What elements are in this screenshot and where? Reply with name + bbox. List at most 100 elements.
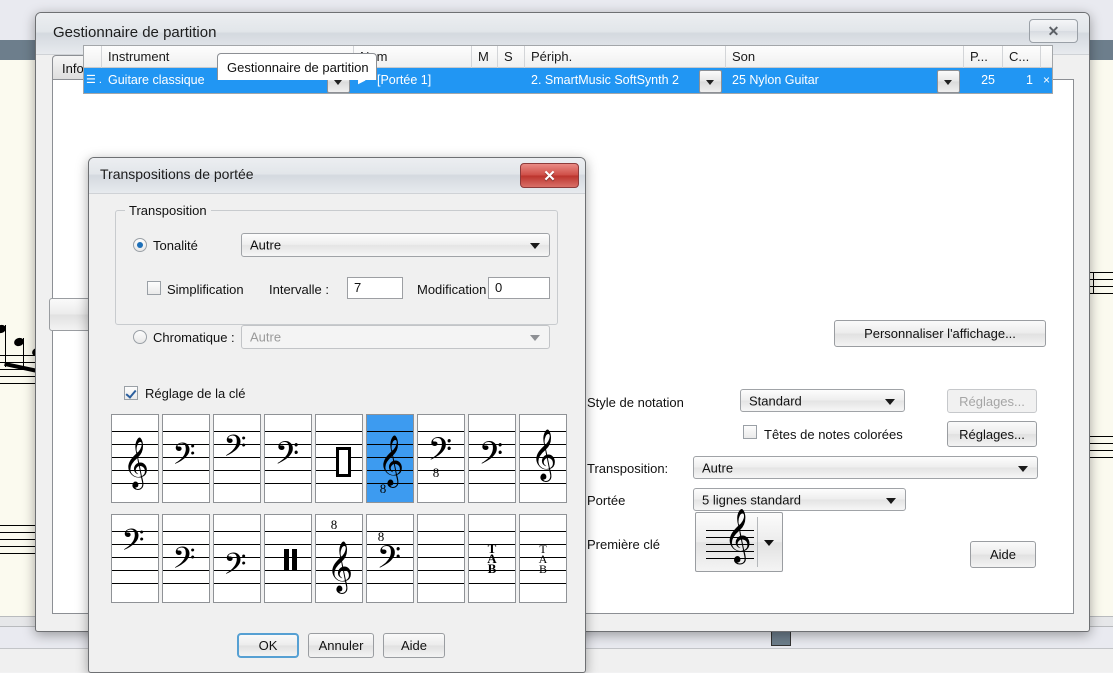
tonality-value: Autre [250,238,281,253]
tonality-radio[interactable] [133,238,147,252]
notation-settings-button: Réglages... [947,389,1037,413]
clef-cell-percussion-clef-bars[interactable] [264,514,312,603]
alto-clef-icon: 𝄢 [162,415,207,502]
cancel-button[interactable]: Annuler [308,633,374,658]
colored-noteheads-label: Têtes de notes colorées [764,427,903,442]
tonality-combo[interactable]: Autre [241,233,550,257]
chromatic-radio-label: Chromatique : [153,330,235,345]
clef-cell-bass-clef-8va[interactable]: 𝄢8 [366,514,414,603]
first-clef-picker[interactable]: 𝄞 [695,512,783,572]
chromatic-value: Autre [250,330,281,345]
clef-cell-tenor-clef[interactable]: 𝄢 [162,514,210,603]
chromatic-radio[interactable] [133,330,147,344]
treble-clef-icon: 𝄞 [113,419,159,503]
help-button[interactable]: Aide [383,633,445,658]
interval-label: Intervalle : [269,282,329,297]
table-col-p[interactable]: P... [964,46,1003,68]
window-title: Gestionnaire de partition [53,24,216,41]
window-close-button[interactable]: ✕ [1029,19,1078,43]
notation-style-value: Standard [749,393,802,408]
cell-p[interactable]: 25 [964,68,1003,93]
clef-cell-tenor-clef-high[interactable]: 𝄢 [111,514,159,603]
clef-cell-blank-staff[interactable] [417,514,465,603]
tab-score-manager[interactable]: Gestionnaire de partition [217,53,377,80]
table-col-c[interactable]: C... [1003,46,1041,68]
tab-clef-bold-icon: TAB [469,515,515,602]
chevron-down-icon [885,399,895,405]
first-clef-label: Première clé [587,537,660,552]
transposition-combo[interactable]: Autre [693,456,1038,479]
clef-cell-treble-clef[interactable]: 𝄞 [111,414,159,503]
clef-cell-alto-clef-raised[interactable]: 𝄢 [213,414,261,503]
clef-cell-tab-clef-bold[interactable]: TAB [468,514,516,603]
staff-value: 5 lignes standard [702,492,801,507]
row-handle-icon[interactable]: ☰ . [84,68,102,93]
cell-son[interactable]: 25 Nylon Guitar [726,68,964,93]
octave-indicator: 8 [369,529,393,545]
staff-transposition-dialog: Transpositions de portée ✕ Transposition… [88,157,586,673]
dialog-title: Transpositions de portée [100,166,254,182]
dialog-close-button[interactable]: ✕ [520,163,579,188]
chevron-down-icon [530,335,540,341]
notation-style-combo[interactable]: Standard [740,389,905,412]
table-col-son[interactable]: Son [726,46,964,68]
notation-style-label: Style de notation [587,395,684,410]
clef-cell-treble-clef-8va[interactable]: 𝄞8 [315,514,363,603]
percussion-clef-bar-icon [292,549,297,571]
clef-cell-tab-clef-serif[interactable]: TAB [519,514,567,603]
staff-label: Portée [587,493,625,508]
clef-cell-baritone-clef[interactable]: 𝄢 [213,514,261,603]
row-remove-icon[interactable]: × [1041,68,1052,93]
clef-cell-bass-clef-alt[interactable]: 𝄢 [468,414,516,503]
table-col-s[interactable]: S [498,46,525,68]
transposition-group: Transposition [115,210,558,325]
table-col-handle [84,46,102,68]
cell-periph[interactable]: 2. SmartMusic SoftSynth 2 [525,68,726,93]
cell-nom[interactable]: [Portée 1] [371,68,525,93]
tonality-radio-label: Tonalité [153,238,198,253]
alto-clef-raised-icon: 𝄢 [213,414,258,494]
chevron-down-icon [886,498,896,504]
bass-clef-8vb-icon: 𝄢 [417,414,463,496]
colored-noteheads-settings-button[interactable]: Réglages... [947,421,1037,447]
octave-indicator: 8 [424,465,448,481]
transposition-value: Autre [702,460,733,475]
chevron-down-icon [764,540,774,546]
modification-label: Modification : [417,282,494,297]
treble-clef-icon: 𝄞 [724,512,752,559]
clef-setting-label: Réglage de la clé [145,386,245,401]
table-col-m[interactable]: M [472,46,498,68]
clef-cell-percussion-clef[interactable] [315,414,363,503]
customize-display-button[interactable]: Personnaliser l'affichage... [834,320,1046,347]
son-dropdown-button[interactable] [937,70,960,93]
octave-indicator: 8 [322,517,346,533]
periph-dropdown-button[interactable] [699,70,722,93]
bass-clef-icon: 𝄢 [264,414,310,500]
clef-setting-checkbox[interactable] [124,386,138,400]
table-col-periph[interactable]: Périph. [525,46,726,68]
table-col-extra [1041,46,1052,68]
cell-c[interactable]: 1 [1003,68,1041,93]
colored-noteheads-checkbox[interactable] [743,425,757,439]
clef-cell-bass-clef[interactable]: 𝄢𝄢 [264,414,312,503]
clef-cell-bass-clef-8vb[interactable]: 𝄢8 [417,414,465,503]
bass-clef-alt-icon: 𝄢 [468,414,514,500]
clef-cell-treble-clef-raised[interactable]: 𝄞 [519,414,567,503]
modification-input[interactable]: 0 [488,277,550,299]
help-button[interactable]: Aide [970,541,1036,568]
clef-cell-treble-clef-8vb[interactable]: 𝄞8 [366,414,414,503]
treble-clef-8va-icon: 𝄞 [317,523,363,603]
transposition-label: Transposition: [587,461,668,476]
chromatic-combo: Autre [241,325,550,349]
interval-input[interactable]: 7 [347,277,403,299]
tenor-clef-high-icon: 𝄢 [111,514,156,588]
percussion-clef-icon [336,447,351,477]
transposition-group-label: Transposition [125,203,211,218]
ok-button[interactable]: OK [237,633,299,658]
octave-indicator: 8 [371,481,395,497]
baritone-clef-icon: 𝄢 [213,525,258,603]
tenor-clef-icon: 𝄢 [162,519,207,603]
simplification-checkbox[interactable] [147,281,161,295]
chevron-down-icon [530,243,540,249]
clef-cell-alto-clef[interactable]: 𝄢 [162,414,210,503]
